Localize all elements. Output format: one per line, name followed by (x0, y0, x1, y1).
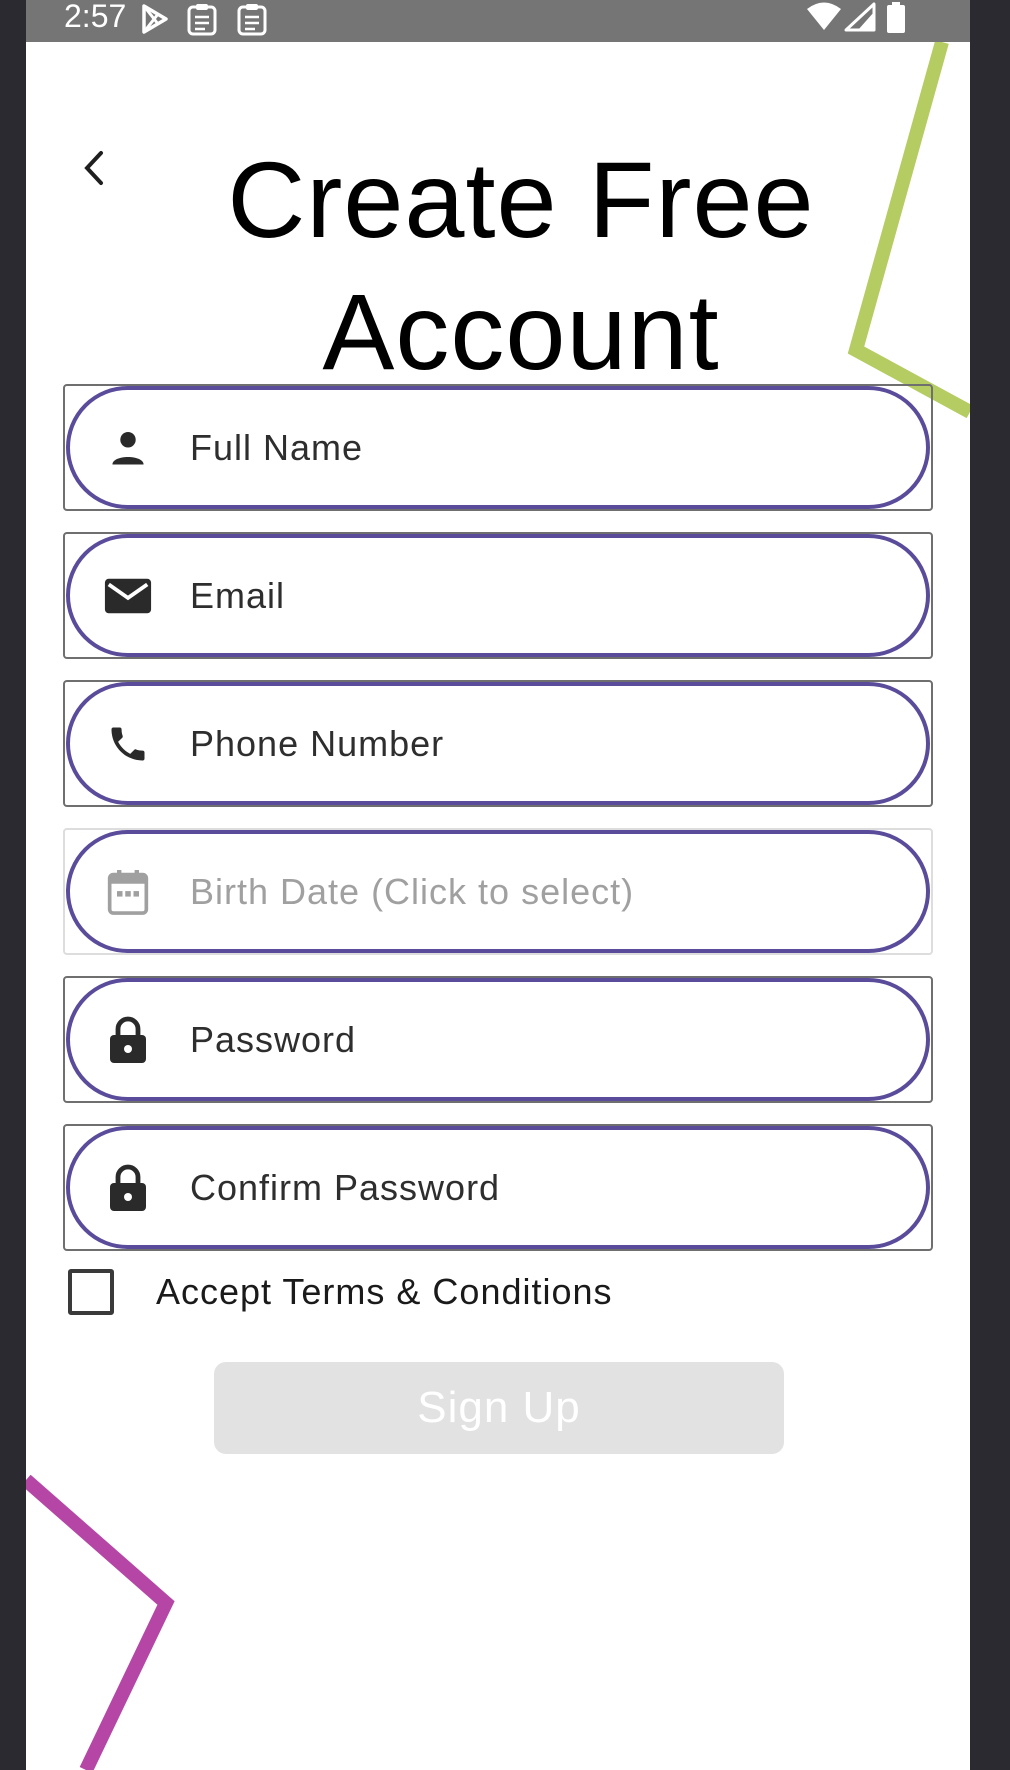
signal-icon (844, 2, 876, 37)
password-field: Password (63, 976, 933, 1103)
confirm-password-input[interactable]: Confirm Password (66, 1126, 930, 1249)
phone-input[interactable]: Phone Number (66, 682, 930, 805)
lock-icon (98, 1158, 158, 1218)
email-input[interactable]: Email (66, 534, 930, 657)
terms-row: Accept Terms & Conditions (64, 1262, 764, 1322)
confirm-password-placeholder: Confirm Password (190, 1166, 501, 1208)
terms-checkbox[interactable] (68, 1269, 114, 1315)
signup-screen: Create Free Account Full Name Email Phon… (26, 42, 970, 1770)
clipboard-icon (186, 2, 218, 41)
phone-field: Phone Number (63, 680, 933, 807)
full-name-placeholder: Full Name (190, 426, 364, 468)
phone-icon (98, 714, 158, 774)
birth-date-placeholder: Birth Date (Click to select) (190, 870, 635, 912)
phone-placeholder: Phone Number (190, 722, 445, 764)
clipboard-icon (236, 2, 268, 41)
calendar-icon (98, 862, 158, 922)
chevron-left-icon (84, 151, 103, 185)
birth-date-input[interactable]: Birth Date (Click to select) (66, 830, 930, 953)
status-bar: 2:57 (26, 0, 970, 42)
birth-date-field: Birth Date (Click to select) (63, 828, 933, 955)
sign-up-button[interactable]: Sign Up (214, 1362, 784, 1454)
play-store-icon (138, 2, 172, 41)
password-placeholder: Password (190, 1018, 357, 1060)
full-name-field: Full Name (63, 384, 933, 511)
lock-icon (98, 1010, 158, 1070)
wifi-icon (806, 2, 842, 37)
full-name-input[interactable]: Full Name (66, 386, 930, 509)
email-field: Email (63, 532, 933, 659)
password-input[interactable]: Password (66, 978, 930, 1101)
status-time: 2:57 (64, 0, 127, 34)
confirm-password-field: Confirm Password (63, 1124, 933, 1251)
email-placeholder: Email (190, 574, 286, 616)
page-title: Create Free Account (227, 139, 815, 392)
battery-icon (886, 2, 906, 39)
terms-label[interactable]: Accept Terms & Conditions (156, 1271, 613, 1313)
email-icon (98, 566, 158, 626)
back-button[interactable] (70, 144, 118, 192)
person-icon (98, 418, 158, 478)
